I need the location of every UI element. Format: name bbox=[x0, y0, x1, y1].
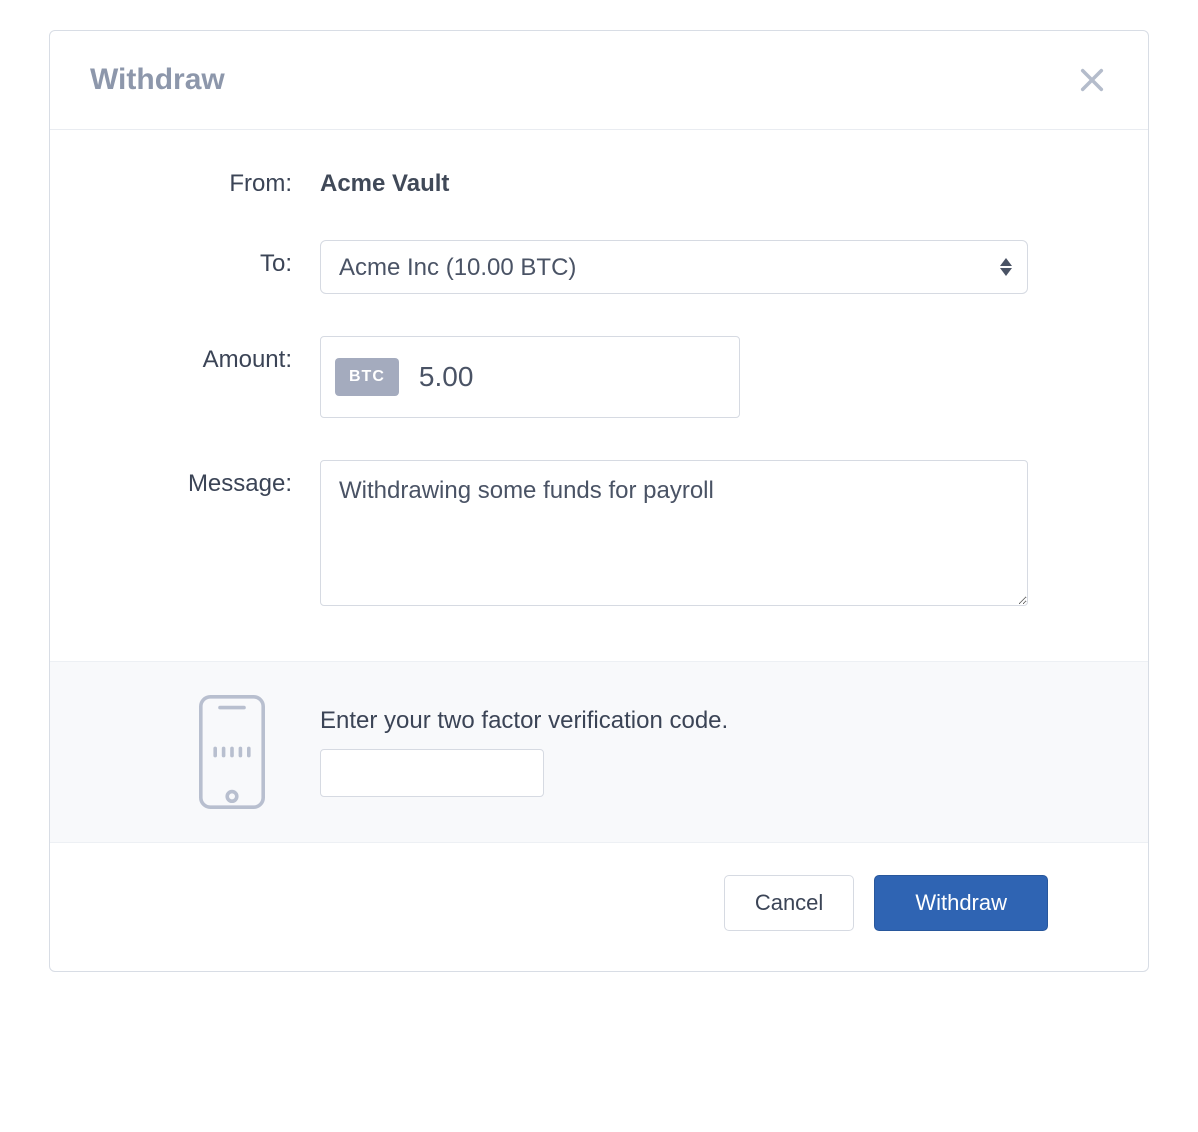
modal-title: Withdraw bbox=[90, 63, 225, 97]
to-select[interactable]: Acme Inc (10.00 BTC) bbox=[320, 240, 1028, 294]
from-value: Acme Vault bbox=[320, 170, 1028, 198]
close-button[interactable] bbox=[1076, 64, 1108, 96]
amount-label: Amount: bbox=[90, 336, 320, 374]
from-label: From: bbox=[90, 170, 320, 198]
twofa-code-input[interactable] bbox=[320, 749, 544, 797]
message-textarea[interactable] bbox=[320, 460, 1028, 606]
withdraw-button[interactable]: Withdraw bbox=[874, 875, 1048, 931]
modal-footer: Cancel Withdraw bbox=[50, 843, 1148, 971]
currency-badge: BTC bbox=[335, 358, 399, 396]
amount-input-group: BTC bbox=[320, 336, 740, 418]
to-label: To: bbox=[90, 240, 320, 278]
from-row: From: Acme Vault bbox=[90, 170, 1028, 198]
modal-body: From: Acme Vault To: Acme Inc (10.00 BTC… bbox=[50, 130, 1148, 661]
message-row: Message: bbox=[90, 460, 1028, 611]
twofa-section: Enter your two factor verification code. bbox=[50, 661, 1148, 843]
cancel-button[interactable]: Cancel bbox=[724, 875, 854, 931]
phone-icon bbox=[90, 692, 320, 812]
twofa-prompt: Enter your two factor verification code. bbox=[320, 707, 1028, 735]
amount-row: Amount: BTC bbox=[90, 336, 1028, 418]
amount-input[interactable] bbox=[419, 361, 725, 393]
message-label: Message: bbox=[90, 460, 320, 498]
withdraw-modal: Withdraw From: Acme Vault To: Acme Inc (… bbox=[49, 30, 1149, 972]
modal-header: Withdraw bbox=[50, 31, 1148, 130]
close-icon bbox=[1078, 66, 1106, 94]
to-row: To: Acme Inc (10.00 BTC) bbox=[90, 240, 1028, 294]
to-select-wrap: Acme Inc (10.00 BTC) bbox=[320, 240, 1028, 294]
twofa-controls: Enter your two factor verification code. bbox=[320, 707, 1028, 797]
